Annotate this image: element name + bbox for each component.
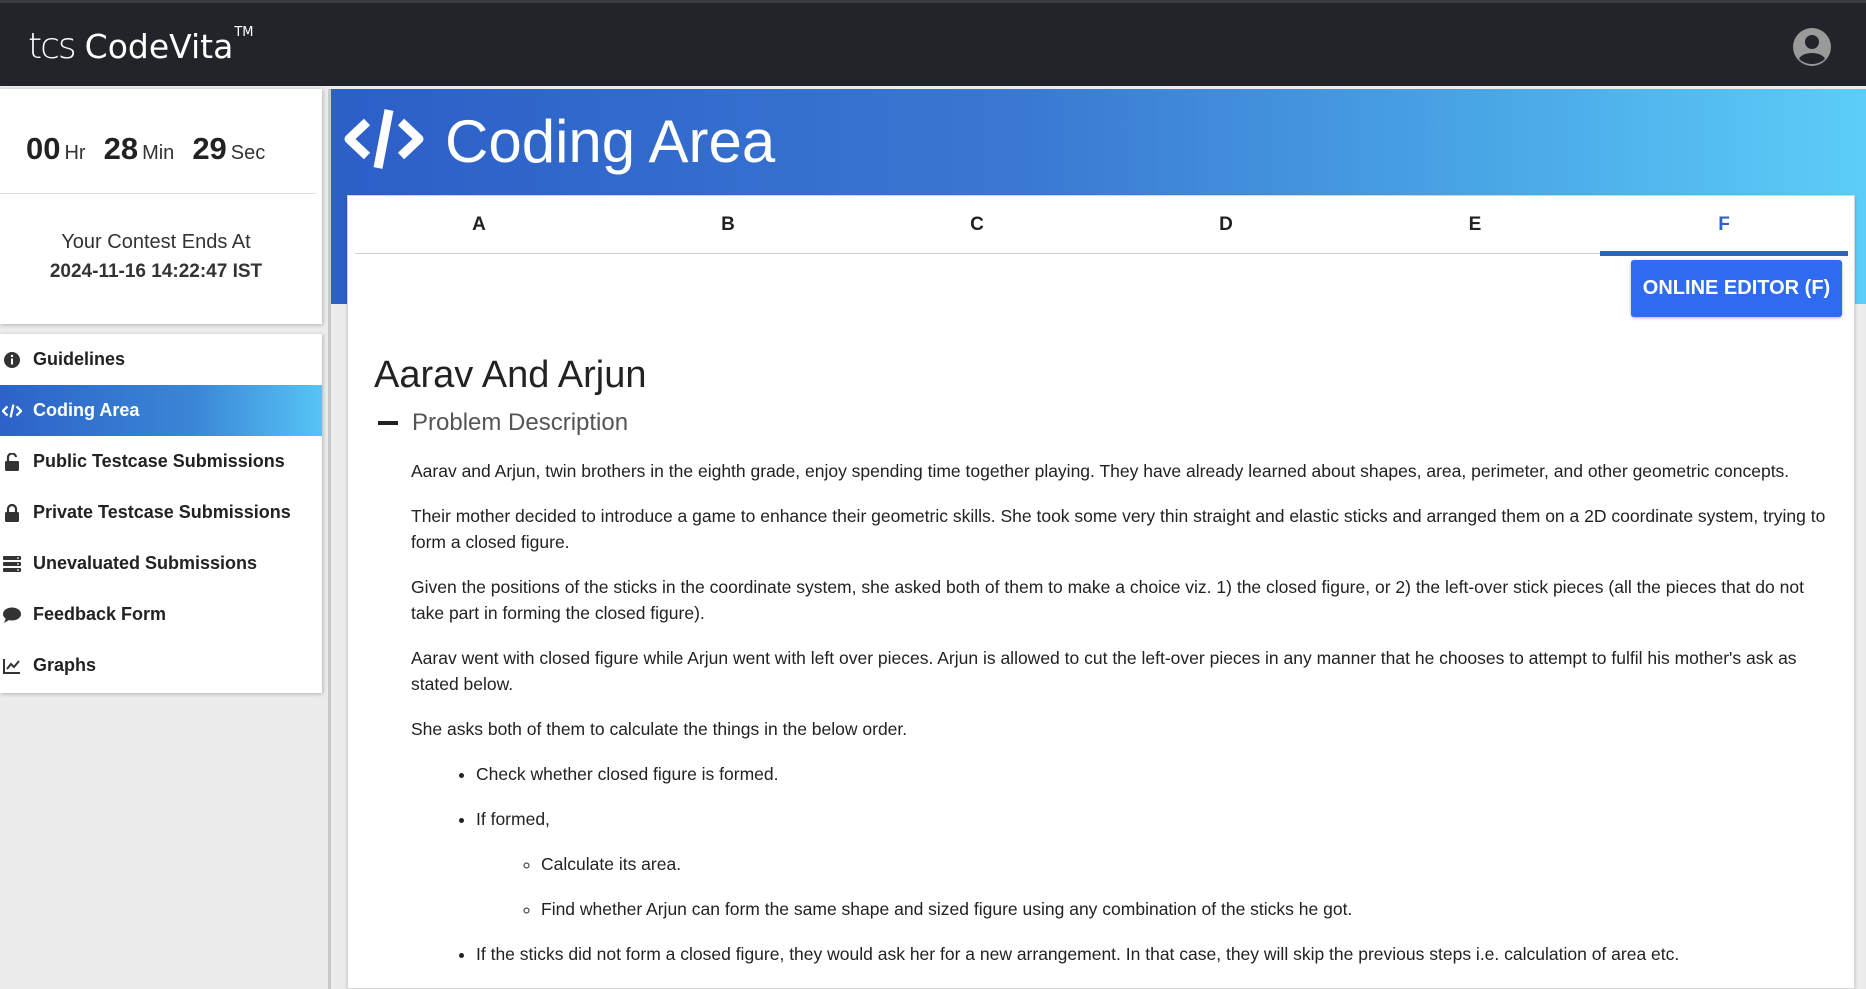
list-item-text: If formed, [476,809,550,829]
collapse-icon [378,421,398,425]
timer-seconds-unit: Sec [230,142,266,164]
tab-b[interactable]: B [604,196,852,254]
description-paragraph: Aarav went with closed figure while Arju… [411,648,1797,694]
list-item: If the sticks did not form a closed figu… [476,941,1841,967]
top-navbar: tcs CodeVitaTM [0,0,1866,86]
contest-ends-label: Your Contest Ends At [61,231,251,253]
sidebar-item-feedback-form[interactable]: Feedback Form [0,589,322,640]
sidebar-item-coding-area[interactable]: Coding Area [0,385,322,436]
sidebar-item-private-testcase-submissions[interactable]: Private Testcase Submissions [0,487,322,538]
problem-description-toggle[interactable]: Problem Description [378,409,628,437]
brand-logo[interactable]: tcs CodeVitaTM [28,25,254,67]
sidebar-item-unevaluated-submissions[interactable]: Unevaluated Submissions [0,538,322,589]
tab-d[interactable]: D [1102,196,1350,254]
description-paragraph: Their mother decided to introduce a game… [411,506,1826,552]
list-item: Find whether Arjun can form the same sha… [541,896,1841,922]
timer-hours-unit: Hr [64,142,86,164]
sidebar-item-label: Feedback Form [33,604,167,624]
code-icon [2,401,22,421]
sidebar-item-label: Private Testcase Submissions [33,502,291,522]
tab-f[interactable]: F [1600,196,1848,256]
description-paragraph: She asks both of them to calculate the t… [411,719,908,739]
server-icon [2,554,22,574]
chart-line-icon [2,656,22,676]
tab-c[interactable]: C [853,196,1101,254]
countdown-timer: 00 Hr 28 Min 29 Sec [26,131,283,167]
brand-name: CodeVitaTM [84,25,254,66]
lock-icon [2,503,22,523]
user-account-icon[interactable] [1792,27,1832,67]
tab-a[interactable]: A [355,196,603,254]
problem-description-label: Problem Description [412,409,629,436]
problem-description-body: Aarav and Arjun, twin brothers in the ei… [411,458,1841,986]
sidebar-item-graphs[interactable]: Graphs [0,640,322,691]
contest-ends-time: 2024-11-16 14:22:47 IST [49,261,263,282]
online-editor-button[interactable]: ONLINE EDITOR (F) [1631,260,1842,317]
code-icon [343,104,425,174]
sidebar-item-label: Guidelines [33,349,126,369]
trademark: TM [234,25,254,40]
sidebar-item-label: Graphs [33,655,97,675]
list-item: If formed, Calculate its area. Find whet… [476,806,1841,922]
description-paragraph: Aarav and Arjun, twin brothers in the ei… [411,461,1790,481]
problem-title: Aarav And Arjun [374,354,647,396]
tab-e[interactable]: E [1351,196,1599,254]
problem-content-panel: A B C D E F ONLINE EDITOR (F) Aarav And … [347,195,1855,989]
divider [0,193,316,194]
sub-steps-list: Calculate its area. Find whether Arjun c… [541,851,1841,922]
timer-minutes: 28 [103,131,139,166]
sidebar-item-label: Coding Area [33,400,140,420]
sidebar-item-public-testcase-submissions[interactable]: Public Testcase Submissions [0,436,322,487]
unlock-icon [2,452,22,472]
page-title: Coding Area [445,108,776,175]
list-item: Calculate its area. [541,851,1841,877]
sidebar-item-label: Public Testcase Submissions [33,451,285,471]
timer-hours: 00 [26,131,61,166]
problem-tabs: A B C D E F [355,196,1848,256]
description-paragraph: Given the positions of the sticks in the… [411,577,1804,623]
list-item: Check whether closed figure is formed. [476,761,1841,787]
info-circle-icon [2,350,22,370]
timer-minutes-unit: Min [142,142,175,164]
sidebar-item-guidelines[interactable]: Guidelines [0,334,322,385]
sidebar-item-label: Unevaluated Submissions [33,553,258,573]
timer-card: 00 Hr 28 Min 29 Sec Your Contest Ends At… [0,89,322,324]
sidebar-nav: Guidelines Coding Area Public Testcase S… [0,334,322,693]
tcs-logo-mark: tcs [28,26,77,67]
comment-icon [2,605,22,625]
steps-list: Check whether closed figure is formed. I… [476,761,1841,967]
timer-seconds: 29 [192,131,227,166]
